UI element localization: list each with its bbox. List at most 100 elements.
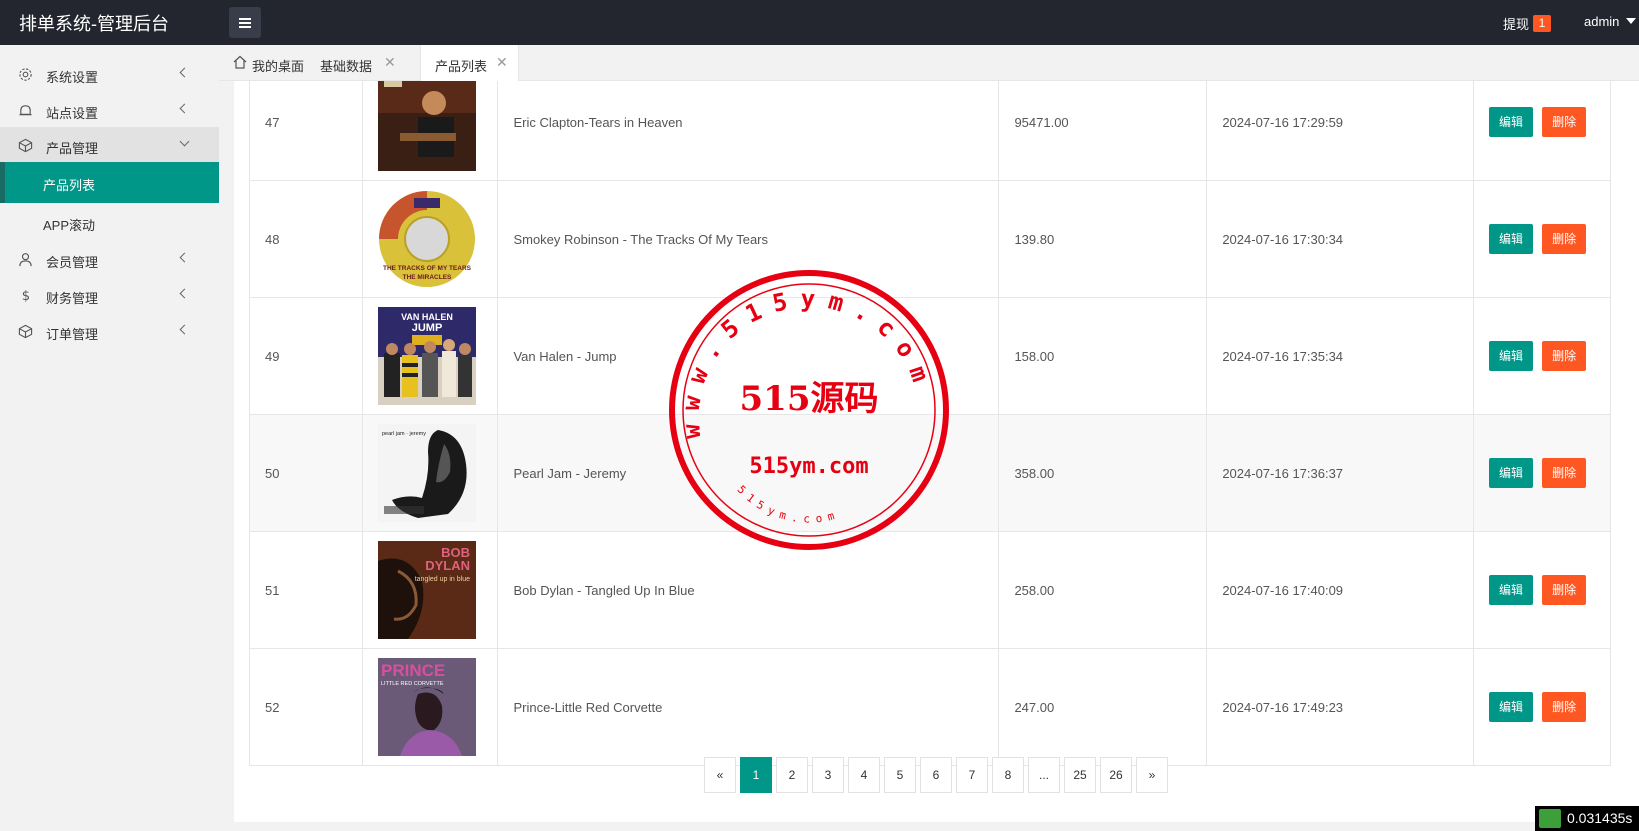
row-time: 2024-07-16 17:40:09 — [1206, 531, 1475, 649]
pagination-page[interactable]: 6 — [920, 757, 952, 793]
caret-down-icon[interactable] — [1626, 18, 1636, 24]
row-cover: pearl jam · jeremy — [361, 414, 499, 532]
chevron-down-icon — [179, 136, 190, 147]
row-price: 258.00 — [998, 531, 1208, 649]
cover-title: JUMP — [411, 322, 442, 334]
tab-label: 我的桌面 — [252, 59, 305, 74]
pagination-page[interactable]: 2 — [776, 757, 808, 793]
row-actions: 编辑 删除 — [1473, 81, 1611, 181]
row-price: 95471.00 — [998, 81, 1208, 181]
tab-label: 基础数据 — [320, 59, 373, 74]
chevron-left-icon — [179, 252, 190, 263]
sidebar-item-label: 订单管理 — [46, 327, 99, 342]
row-time: 2024-07-16 17:29:59 — [1206, 81, 1475, 181]
edit-button[interactable]: 编辑 — [1489, 341, 1534, 371]
tab-product-list[interactable]: 产品列表 ✕ — [420, 45, 519, 82]
chevron-left-icon — [179, 67, 190, 78]
edit-button[interactable]: 编辑 — [1489, 692, 1534, 722]
close-icon[interactable]: ✕ — [384, 54, 396, 71]
sidebar-item-product-management[interactable]: 产品管理 — [0, 127, 219, 163]
sidebar: 系统设置 站点设置 产品管理 产品列表 APP滚动 会员管理 $ 财务管理 订单… — [0, 45, 219, 831]
pagination-prev[interactable]: « — [704, 757, 736, 793]
pagination-page[interactable]: 7 — [956, 757, 988, 793]
pagination-page[interactable]: 3 — [812, 757, 844, 793]
user-menu[interactable]: admin — [1584, 14, 1619, 29]
stamp-sub-text: 515ym.com — [749, 454, 868, 479]
row-actions: 编辑 删除 — [1473, 531, 1611, 649]
edit-button[interactable]: 编辑 — [1489, 575, 1534, 605]
cover-artist: PRINCE — [381, 661, 445, 680]
pagination: « 1 2 3 4 5 6 7 8 ... 25 26 » — [704, 757, 1168, 793]
withdraw-link[interactable]: 提现 — [1503, 14, 1529, 33]
row-price: 158.00 — [998, 297, 1208, 415]
withdraw-count-badge: 1 — [1533, 15, 1551, 32]
sidebar-item-order-management[interactable]: 订单管理 — [0, 313, 219, 349]
pagination-page[interactable]: 1 — [740, 757, 772, 793]
row-cover: THE TRACKS OF MY TEARS THE MIRACLES — [361, 180, 499, 298]
delete-button[interactable]: 删除 — [1542, 107, 1587, 137]
pagination-ellipsis: ... — [1028, 757, 1060, 793]
row-time: 2024-07-16 17:49:23 — [1206, 648, 1475, 766]
sidebar-item-finance-management[interactable]: $ 财务管理 — [0, 277, 219, 313]
close-icon[interactable]: ✕ — [496, 54, 508, 71]
chevron-left-icon — [179, 103, 190, 114]
sidebar-item-label: 系统设置 — [46, 70, 99, 85]
row-id: 52 — [249, 648, 363, 766]
debug-timer: 0.031435s — [1535, 806, 1639, 831]
user-icon — [19, 253, 32, 267]
menu-toggle-button[interactable] — [229, 7, 261, 38]
sidebar-item-system-settings[interactable]: 系统设置 — [0, 56, 219, 92]
leaf-logo-icon — [1539, 809, 1561, 828]
row-price: 247.00 — [998, 648, 1208, 766]
tab-my-desktop[interactable]: 我的桌面 — [219, 45, 307, 81]
row-id: 51 — [249, 531, 363, 649]
chevron-left-icon — [179, 288, 190, 299]
pagination-page[interactable]: 8 — [992, 757, 1024, 793]
album-cover-image: BOB DYLAN tangled up in blue — [377, 541, 476, 639]
sidebar-subitem-product-list[interactable]: 产品列表 — [0, 162, 219, 203]
row-cover: PRINCE LITTLE RED CORVETTE — [361, 648, 499, 766]
stamp-main-text: 515源码 — [740, 379, 879, 419]
row-id: 49 — [249, 297, 363, 415]
delete-button[interactable]: 删除 — [1542, 692, 1587, 722]
delete-button[interactable]: 删除 — [1542, 224, 1587, 254]
row-cover — [361, 81, 499, 181]
timer-value: 0.031435s — [1567, 810, 1633, 826]
sidebar-item-label: 财务管理 — [46, 291, 99, 306]
cube-icon — [18, 324, 33, 339]
row-name: Prince-Little Red Corvette — [497, 648, 1000, 766]
edit-button[interactable]: 编辑 — [1489, 224, 1534, 254]
sidebar-subitem-label: APP滚动 — [43, 218, 96, 233]
pagination-page[interactable]: 25 — [1064, 757, 1096, 793]
sidebar-item-member-management[interactable]: 会员管理 — [0, 241, 219, 277]
edit-button[interactable]: 编辑 — [1489, 107, 1534, 137]
pagination-page[interactable]: 4 — [848, 757, 880, 793]
tab-basic-data[interactable]: 基础数据 ✕ — [307, 45, 405, 81]
sidebar-subitem-label: 产品列表 — [43, 178, 96, 193]
sidebar-item-label: 会员管理 — [46, 255, 99, 270]
row-time: 2024-07-16 17:35:34 — [1206, 297, 1475, 415]
album-cover-image: THE TRACKS OF MY TEARS THE MIRACLES — [377, 190, 476, 288]
watermark-stamp: www.515ym.com 515源码 515ym.com 515ym.com — [669, 270, 949, 550]
sidebar-subitem-app-scroll[interactable]: APP滚动 — [0, 202, 219, 243]
cover-title: pearl jam · jeremy — [382, 431, 426, 437]
pagination-next[interactable]: » — [1136, 757, 1168, 793]
cover-title: THE TRACKS OF MY TEARS — [383, 265, 472, 272]
edit-button[interactable]: 编辑 — [1489, 458, 1534, 488]
dollar-icon: $ — [22, 289, 30, 303]
row-actions: 编辑 删除 — [1473, 414, 1611, 532]
chevron-left-icon — [179, 324, 190, 335]
delete-button[interactable]: 删除 — [1542, 341, 1587, 371]
sidebar-item-site-settings[interactable]: 站点设置 — [0, 92, 219, 128]
sidebar-item-label: 产品管理 — [46, 141, 99, 156]
row-id: 48 — [249, 180, 363, 298]
stamp-bottom-text: 515ym.com — [735, 483, 842, 526]
delete-button[interactable]: 删除 — [1542, 575, 1587, 605]
gear-icon — [19, 68, 32, 81]
cover-title: tangled up in blue — [414, 576, 469, 583]
delete-button[interactable]: 删除 — [1542, 458, 1587, 488]
top-header: 排单系统-管理后台 提现 1 admin — [0, 0, 1639, 45]
pagination-page[interactable]: 5 — [884, 757, 916, 793]
row-cover: BOB DYLAN tangled up in blue — [361, 531, 499, 649]
pagination-page[interactable]: 26 — [1100, 757, 1132, 793]
